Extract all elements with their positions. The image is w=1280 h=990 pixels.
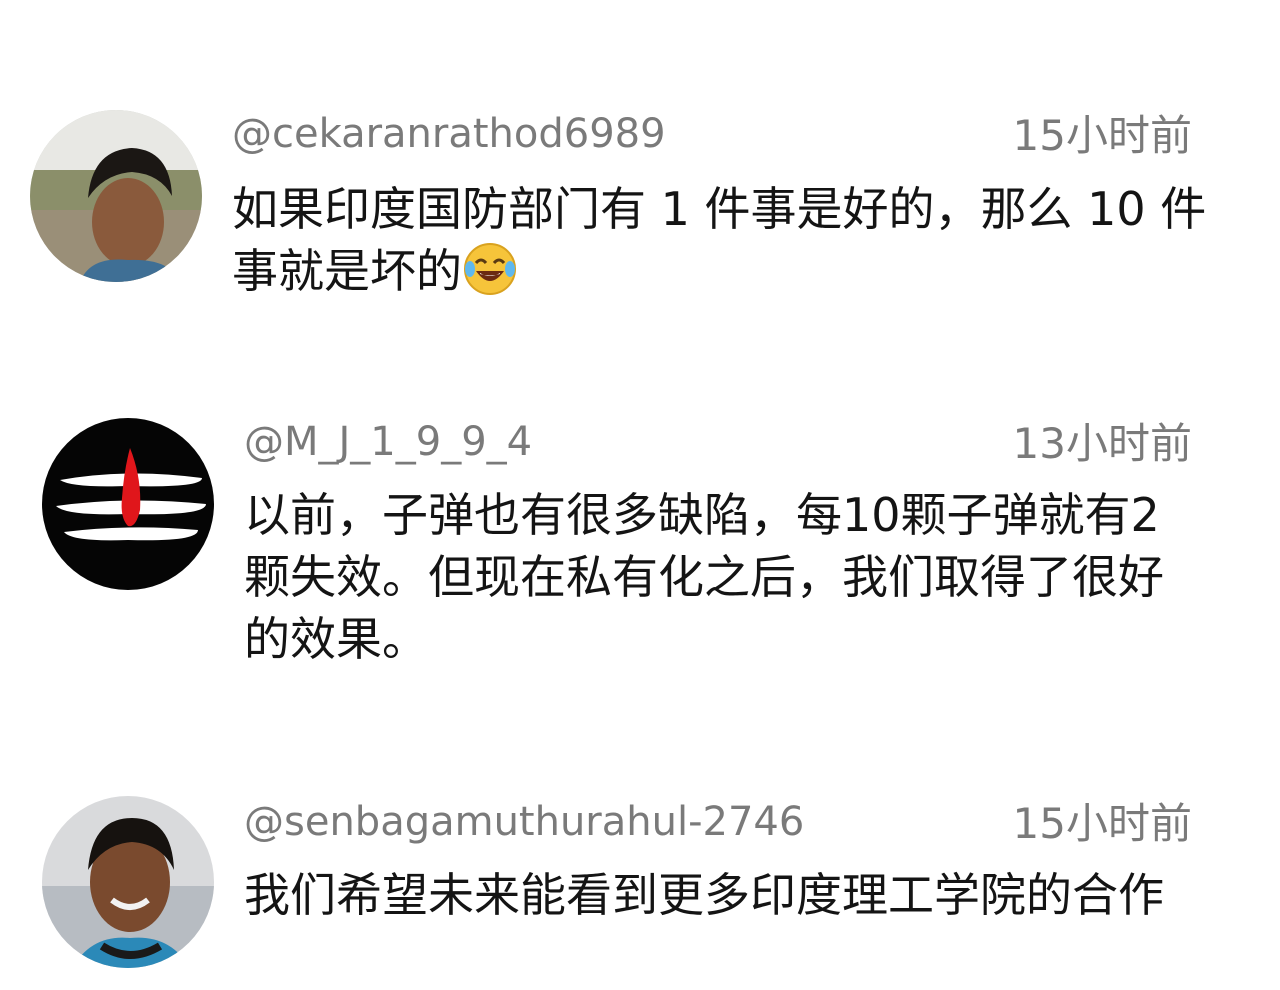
comment-author-handle[interactable]: @cekaranrathod6989 [232,110,666,158]
comment-author-handle[interactable]: @senbagamuthurahul-2746 [244,798,804,846]
comment-timestamp: 15小时前 [1012,799,1192,848]
comment-text: 如果印度国防部门有 1 件事是好的，那么 10 件事就是坏的 [232,178,1222,302]
laughing-tears-emoji-icon [462,241,518,297]
comment-item: @cekaranrathod6989 15小时前 如果印度国防部门有 1 件事是… [0,0,1280,330]
avatar[interactable] [42,418,214,590]
comment-timestamp: 15小时前 [1012,111,1192,160]
comment-body: 如果印度国防部门有 1 件事是好的，那么 10 件事就是坏的 [232,182,1207,298]
avatar[interactable] [42,796,214,968]
comment-item: @M_J_1_9_9_4 13小时前 以前，子弹也有很多缺陷，每10颗子弹就有2… [0,330,1280,700]
comment-author-handle[interactable]: @M_J_1_9_9_4 [244,418,532,466]
comment-text: 我们希望未来能看到更多印度理工学院的合作 [244,868,1164,922]
avatar[interactable] [30,110,202,282]
comment-timestamp: 13小时前 [1012,419,1192,468]
comment-text: 以前，子弹也有很多缺陷，每10颗子弹就有2颗失效。但现在私有化之后，我们取得了很… [244,488,1164,666]
comment-item: @senbagamuthurahul-2746 15小时前 我们希望未来能看到更… [0,700,1280,990]
